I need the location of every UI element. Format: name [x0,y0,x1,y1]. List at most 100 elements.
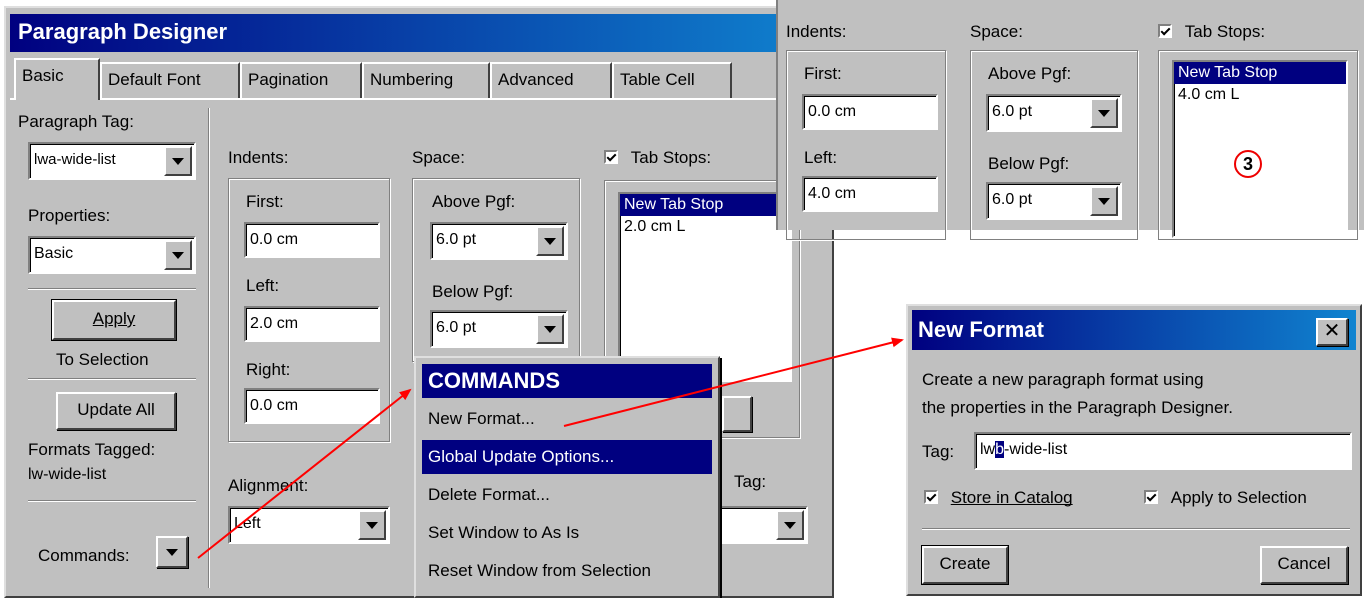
inset-above-combo[interactable]: 6.0 pt [986,94,1122,132]
inset-space-label: Space: [970,22,1023,41]
inset-first-field[interactable]: 0.0 cm [802,94,938,130]
properties-label: Properties: [28,206,111,225]
commands-menu-title: COMMANDS [422,364,712,398]
chevron-down-icon[interactable] [1090,186,1118,216]
update-all-button[interactable]: Update All [56,392,176,430]
below-pgf-label: Below Pgf: [432,282,514,301]
divider [28,288,196,290]
properties-combo[interactable]: Basic [28,236,196,274]
commands-label: Commands: [38,546,130,565]
right-indent-label: Right: [246,360,291,379]
new-format-title-bar[interactable]: New Format [912,310,1356,350]
left-indent-field[interactable]: 2.0 cm [244,306,380,342]
chevron-down-icon[interactable] [536,226,564,256]
inset-left-field[interactable]: 4.0 cm [802,176,938,212]
tab-default-font[interactable]: Default Font [100,62,240,98]
alignment-value: Left [234,515,261,532]
inset-above-value: 6.0 pt [992,103,1033,120]
paragraph-designer-title-bar[interactable]: Paragraph Designer [10,14,830,52]
column-divider [208,108,210,588]
inset-first-label: First: [804,64,842,83]
tab-numbering[interactable]: Numbering [362,62,490,98]
apply-label: Apply [92,309,136,328]
tab-table-cell[interactable]: Table Cell [612,62,732,98]
menu-item[interactable]: Reset Window from Selection [422,554,712,588]
inset-tab-stops-checkbox[interactable]: Tab Stops: [1158,22,1265,42]
inset-indents-label: Indents: [786,22,847,41]
inset-tab-stops-label: Tab Stops: [1184,22,1266,41]
chevron-down-icon[interactable] [536,314,564,344]
list-item[interactable]: New Tab Stop [620,194,790,216]
below-pgf-combo[interactable]: 6.0 pt [430,310,568,348]
above-pgf-combo[interactable]: 6.0 pt [430,222,568,260]
new-format-tag-input[interactable]: lwb-wide-list [974,432,1352,470]
above-pgf-value: 6.0 pt [436,231,477,248]
tab-stops-list[interactable]: New Tab Stop 2.0 cm L [618,192,792,382]
tab-basic[interactable]: Basic [14,58,100,100]
first-indent-label: First: [246,192,284,211]
chevron-down-icon[interactable] [164,146,192,176]
list-item[interactable]: 4.0 cm L [1174,84,1346,106]
properties-value: Basic [34,245,74,262]
alignment-label: Alignment: [228,476,309,495]
new-format-description-2: the properties in the Paragraph Designer… [922,398,1233,417]
formats-tagged-value: lw-wide-list [28,466,107,483]
list-item[interactable]: New Tab Stop [1174,62,1346,84]
edit-tab-stops-button[interactable] [722,396,752,432]
new-format-description-1: Create a new paragraph format using [922,370,1204,389]
checkbox-checked-icon[interactable] [1158,24,1172,38]
cancel-label: Cancel [1277,554,1331,573]
callout-number-badge: 3 [1234,150,1262,178]
menu-item[interactable]: Global Update Options... [422,440,712,474]
paragraph-tag-value: lwa-wide-list [34,151,116,168]
chevron-down-icon [166,549,178,556]
right-indent-field[interactable]: 0.0 cm [244,388,380,424]
cancel-button[interactable]: Cancel [1260,546,1348,584]
left-indent-value: 2.0 cm [250,315,299,332]
store-in-catalog-checkbox[interactable]: Store in Catalog [924,488,1073,508]
chevron-down-icon[interactable] [1090,98,1118,128]
tag-text-before: lw [980,441,996,458]
chevron-down-icon[interactable] [164,240,192,270]
inset-left-label: Left: [804,148,838,167]
list-item[interactable]: 2.0 cm L [620,216,790,238]
zoom-inset-panel: Indents: First: 0.0 cm Left: 4.0 cm Spac… [776,0,1364,240]
apply-button[interactable]: Apply [51,299,177,341]
tab-stops-checkbox[interactable]: Tab Stops: [604,148,711,168]
chevron-down-icon[interactable] [776,510,804,540]
left-indent-label: Left: [246,276,280,295]
create-button[interactable]: Create [921,545,1009,585]
apply-to-selection-checkbox[interactable]: Apply to Selection [1144,488,1307,508]
paragraph-tag-combo[interactable]: lwa-wide-list [28,142,196,180]
menu-item[interactable]: Delete Format... [422,478,712,512]
dialog-divider [922,528,1350,530]
inset-tab-stops-list[interactable]: New Tab Stop 4.0 cm L [1172,60,1348,238]
indents-label: Indents: [228,148,289,167]
store-in-catalog-label: Store in Catalog [950,488,1073,507]
right-indent-value: 0.0 cm [250,397,299,414]
close-icon: ✕ [1323,320,1341,342]
chevron-down-icon[interactable] [358,510,386,540]
inset-left-value: 4.0 cm [808,185,857,202]
first-indent-field[interactable]: 0.0 cm [244,222,380,258]
alignment-combo[interactable]: Left [228,506,390,544]
new-format-tag-label: Tag: [922,442,955,461]
update-all-label: Update All [77,400,155,419]
divider [28,378,196,380]
tag-text-selected: b [995,441,1005,458]
below-pgf-value: 6.0 pt [436,319,477,336]
commands-dropdown-button[interactable] [156,536,188,568]
tag-text-after: -wide-list [1004,441,1068,458]
inset-first-value: 0.0 cm [808,103,857,120]
inset-above-label: Above Pgf: [988,64,1072,83]
checkbox-checked-icon[interactable] [604,150,618,164]
menu-item[interactable]: Set Window to As Is [422,516,712,550]
tab-pagination[interactable]: Pagination [240,62,362,98]
close-button[interactable]: ✕ [1316,318,1348,346]
tab-page-top-border [10,98,830,100]
checkbox-checked-icon[interactable] [924,490,938,504]
checkbox-checked-icon[interactable] [1144,490,1158,504]
tab-advanced[interactable]: Advanced [490,62,612,98]
inset-below-combo[interactable]: 6.0 pt [986,182,1122,220]
menu-item[interactable]: New Format... [422,402,712,436]
